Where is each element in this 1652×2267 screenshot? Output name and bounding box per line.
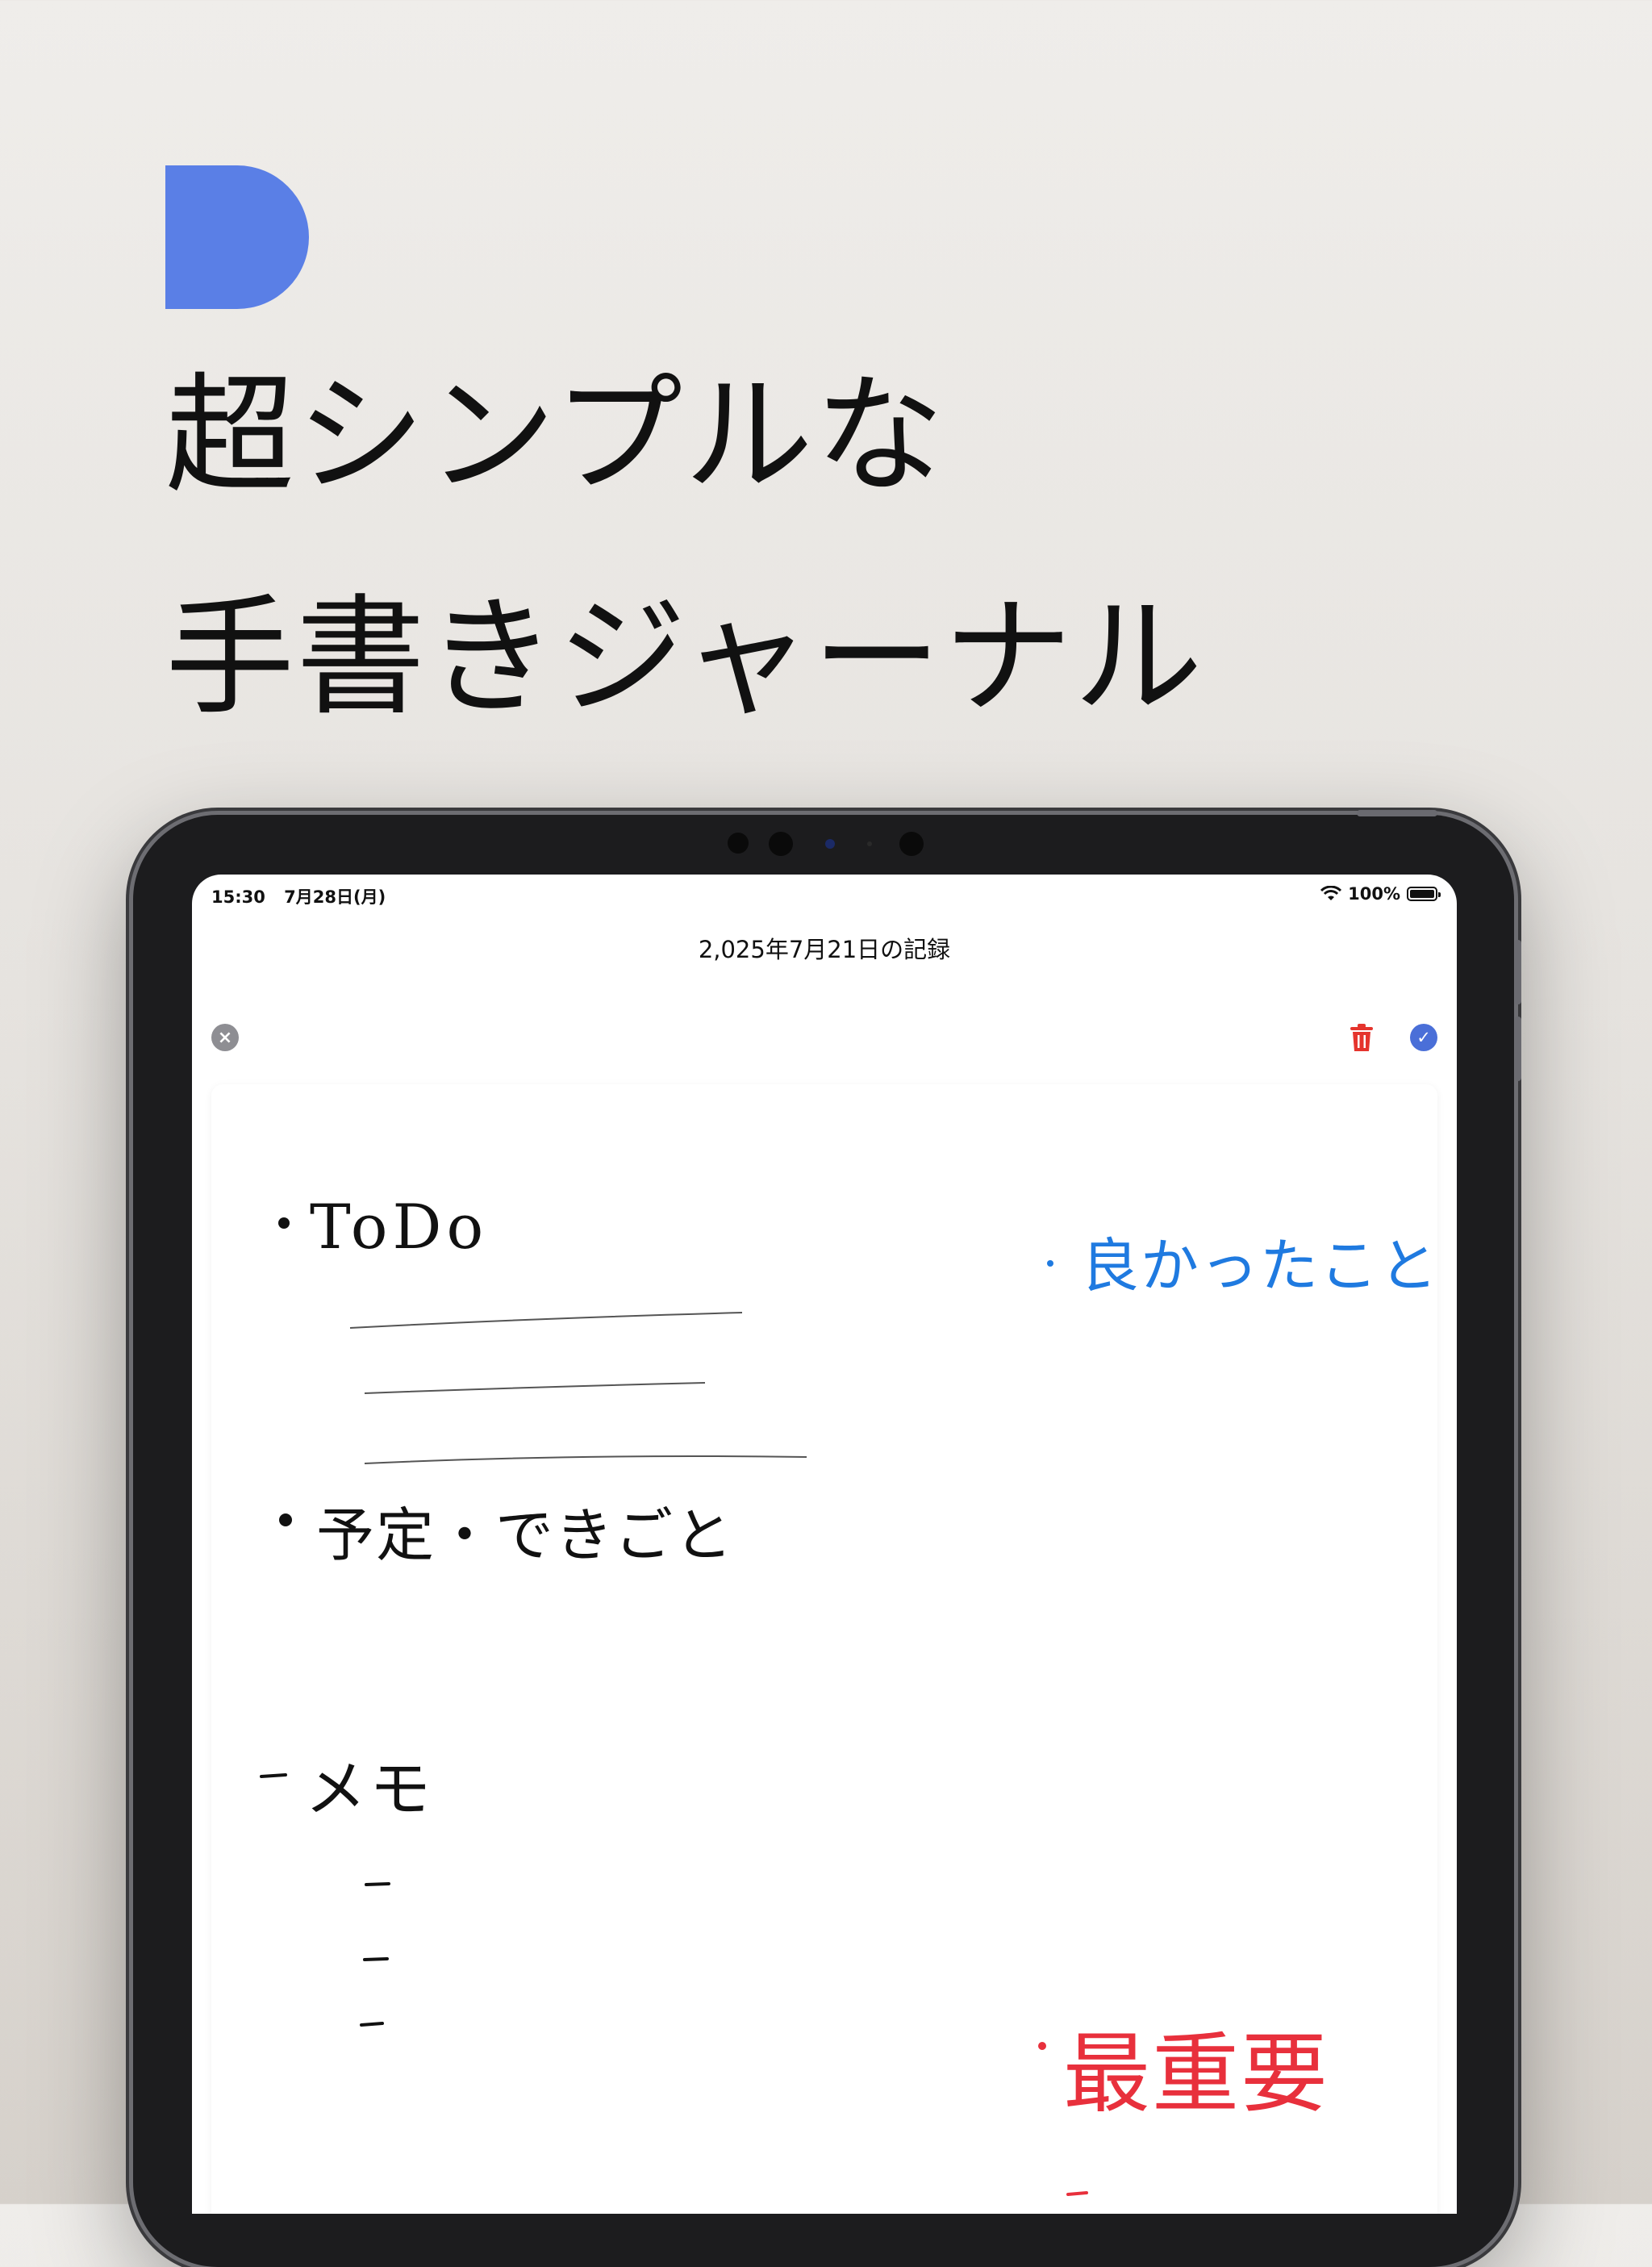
note-todo: ToDo — [310, 1191, 489, 1263]
memo-dash — [360, 2022, 384, 2027]
status-time: 15:30 — [211, 887, 265, 907]
close-button[interactable]: × — [211, 1024, 239, 1051]
power-button — [1357, 810, 1437, 816]
camera-sensor — [728, 833, 749, 854]
camera-sensor — [899, 832, 924, 856]
note-most-important: 最重要 — [1063, 2024, 1330, 2125]
memo-dash — [365, 1882, 390, 1886]
status-bar-right: 100% — [1320, 884, 1441, 904]
battery-icon — [1407, 887, 1441, 901]
ink-mark — [1066, 2191, 1088, 2196]
headline-line-1: 超シンプルな — [165, 360, 946, 511]
bullet-dot — [1038, 2042, 1046, 2050]
save-button[interactable]: ✓ — [1410, 1024, 1437, 1051]
memo-dash — [363, 1957, 389, 1961]
status-bar-left: 15:30 7月28日(月) — [211, 884, 386, 908]
close-icon: × — [217, 1027, 233, 1048]
bullet-dot — [1047, 1260, 1053, 1267]
note-good-things: 良かったこと — [1081, 1232, 1440, 1300]
volume-up-button — [1515, 940, 1521, 1004]
camera-sensor — [867, 841, 872, 846]
todo-line — [364, 1455, 807, 1464]
camera-sensor — [769, 832, 793, 856]
status-date: 7月28日(月) — [284, 887, 386, 907]
handwriting-canvas[interactable]: ToDo 予定・できごと メモ 良かったこと 最重要 — [211, 1084, 1437, 2214]
camera-lens — [825, 839, 835, 849]
trash-icon[interactable] — [1347, 1022, 1376, 1053]
todo-line — [349, 1312, 743, 1329]
note-memo: メモ — [305, 1753, 434, 1825]
wifi-icon — [1320, 886, 1342, 900]
todo-line — [364, 1382, 706, 1394]
page-title: 2,025年7月21日の記録 — [698, 936, 951, 963]
note-schedule: 予定・できごと — [316, 1501, 735, 1569]
brand-logo — [165, 165, 309, 309]
headline-line-2: 手書きジャーナル — [165, 582, 1205, 733]
bullet-dot — [279, 1513, 292, 1526]
memo-dash — [260, 1773, 287, 1778]
volume-down-button — [1515, 1017, 1521, 1081]
battery-percent: 100% — [1348, 884, 1400, 904]
check-icon: ✓ — [1416, 1028, 1431, 1047]
bullet-dot — [278, 1217, 290, 1229]
app-screen: 15:30 7月28日(月) 100% 2,025年7月21日の記録 × ✓ T… — [192, 875, 1457, 2214]
